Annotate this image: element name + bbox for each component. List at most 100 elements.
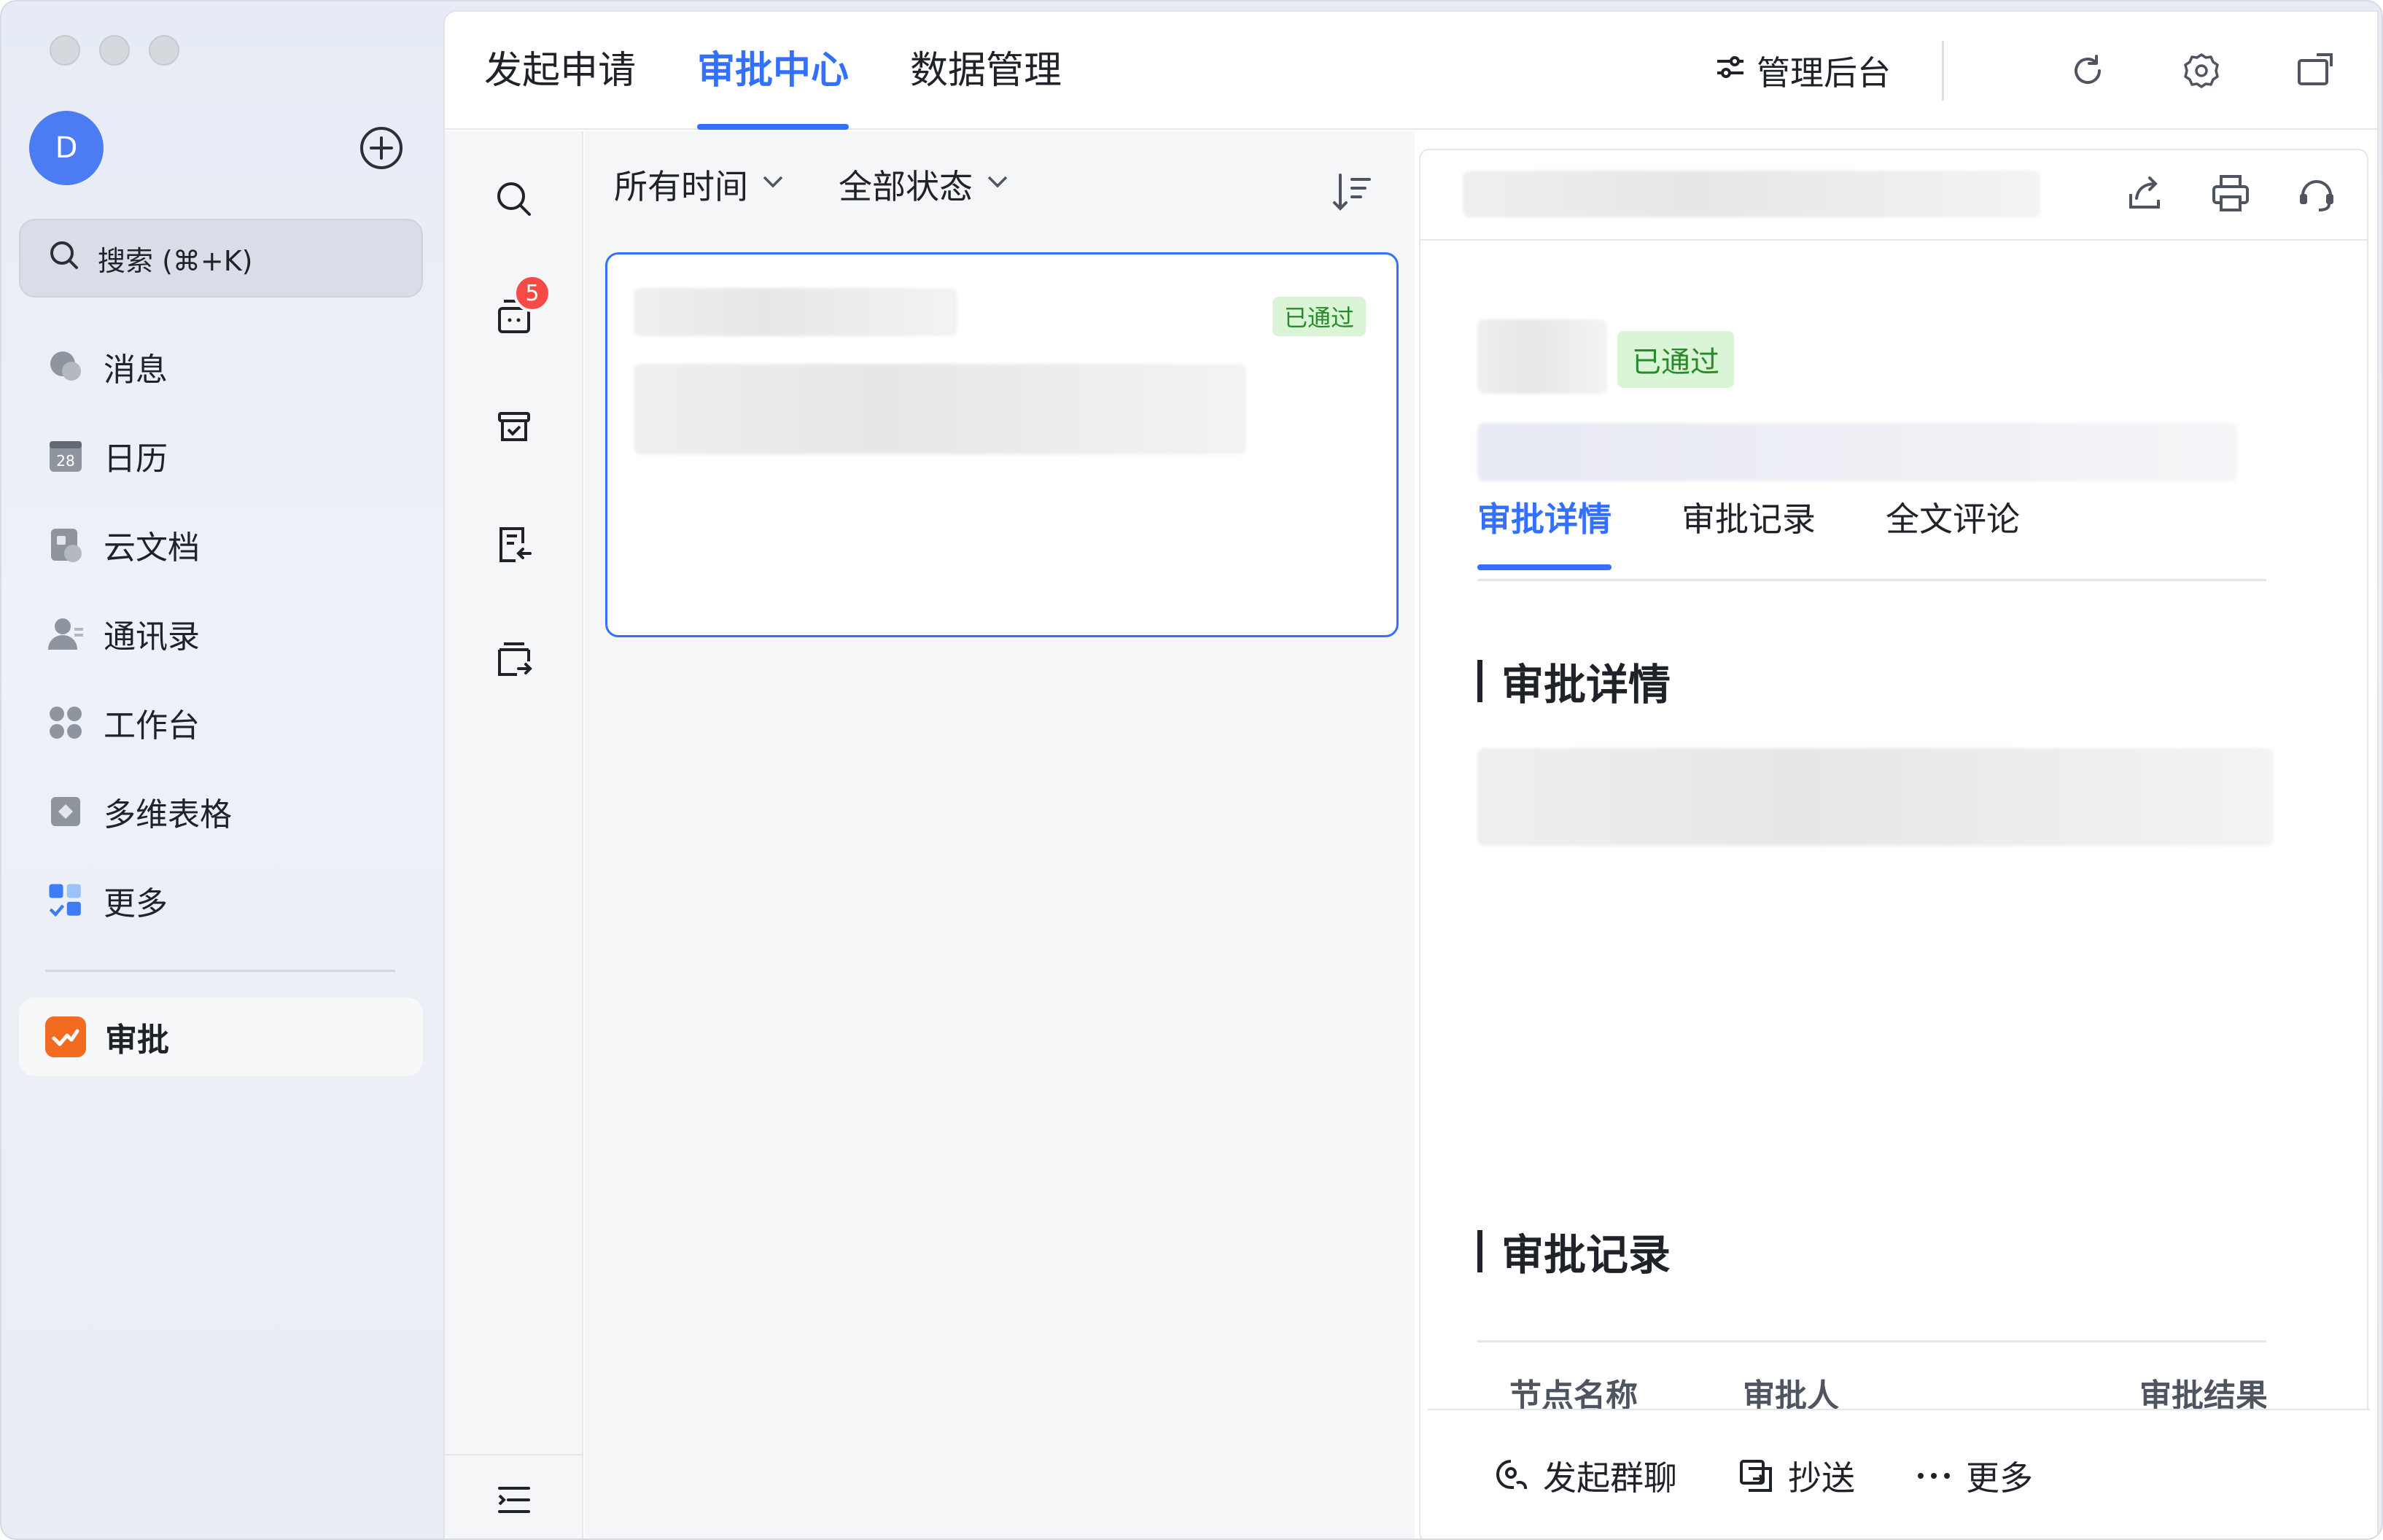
base-table-icon — [47, 793, 85, 831]
status-badge: 已通过 — [1272, 297, 1366, 336]
detail-tabs: 审批详情 审批记录 全文评论 — [1477, 493, 2020, 570]
tabs-underline — [1477, 579, 2266, 581]
tab-approval-details[interactable]: 审批详情 — [1477, 493, 1612, 570]
group-chat-label: 发起群聊 — [1543, 1458, 1677, 1498]
time-filter-dropdown[interactable]: 所有时间 — [614, 160, 788, 209]
more-label: 更多 — [1966, 1458, 2033, 1498]
list-filters: 所有时间 全部状态 — [614, 160, 1012, 209]
search-bar[interactable]: 搜索 (⌘+K) — [19, 219, 423, 298]
blurred-subtitle — [1477, 423, 2237, 481]
tab-approval-records[interactable]: 审批记录 — [1682, 493, 1816, 570]
sidebar-item-label: 多维表格 — [104, 796, 232, 833]
tab-approval-center[interactable]: 审批中心 — [697, 12, 850, 130]
close-window-button[interactable] — [50, 35, 80, 66]
submitted-doc-icon[interactable] — [489, 519, 540, 570]
sidebar-item-docs[interactable]: 云文档 — [19, 500, 423, 589]
more-apps-icon — [47, 882, 85, 919]
blurred-detail-title — [1463, 171, 2040, 217]
status-filter-label: 全部状态 — [839, 167, 973, 206]
list-item[interactable]: 已通过 — [605, 252, 1399, 637]
sidebar-item-label: 通讯录 — [104, 618, 200, 656]
sort-icon[interactable] — [1332, 171, 1374, 213]
window-controls — [50, 35, 179, 66]
blurred-detail-content — [1477, 748, 2274, 846]
detail-header — [1420, 150, 2367, 241]
sidebar-item-label: 工作台 — [104, 707, 200, 744]
top-bar: 发起申请 审批中心 数据管理 管理后台 — [445, 12, 2380, 130]
sidebar-item-label: 更多 — [104, 885, 168, 922]
support-headset-icon[interactable] — [2295, 172, 2338, 214]
sidebar-item-label: 消息 — [104, 351, 168, 389]
pending-inbox-icon[interactable]: 5 — [489, 274, 551, 341]
search-icon[interactable] — [489, 174, 540, 225]
processed-box-icon[interactable] — [489, 401, 540, 452]
detail-status-badge: 已通过 — [1617, 331, 1734, 388]
add-icon[interactable] — [359, 125, 404, 171]
blurred-title — [634, 288, 957, 336]
open-new-window-icon[interactable] — [2294, 50, 2336, 92]
sidebar-item-approval[interactable]: 审批 — [19, 998, 423, 1076]
minimize-window-button[interactable] — [99, 35, 130, 66]
settings-gear-icon[interactable] — [2180, 50, 2223, 92]
tab-comments[interactable]: 全文评论 — [1886, 493, 2020, 570]
group-chat-icon — [1492, 1457, 1530, 1495]
sidebar-nav: 消息 28 日历 云文档 通讯录 工作台 多维表格 更多 — [19, 322, 423, 945]
sidebar-item-more[interactable]: 更多 — [19, 856, 423, 945]
cc-label: 抄送 — [1788, 1458, 1855, 1498]
admin-console-label: 管理后台 — [1757, 53, 1891, 93]
main-panel: 发起申请 审批中心 数据管理 管理后台 5 所有时间 全部状态 已通过 已通过 … — [443, 10, 2380, 1539]
more-dots-icon — [1915, 1457, 1953, 1495]
approval-list: 所有时间 全部状态 已通过 — [585, 131, 1415, 1539]
table-header-divider — [1477, 1340, 2266, 1342]
search-icon — [47, 238, 82, 279]
detail-panel: 已通过 审批详情 审批记录 全文评论 审批详情 审批记录 节点名称 审批人 审批… — [1419, 149, 2370, 1539]
section-title-records: 审批记录 — [1477, 1221, 1671, 1282]
top-tabs: 发起申请 审批中心 数据管理 — [484, 12, 1062, 130]
cc-box-icon[interactable] — [489, 634, 540, 685]
search-label: 搜索 (⌘+K) — [98, 244, 253, 277]
section-title-text: 审批详情 — [1501, 660, 1671, 709]
blurred-summary — [634, 364, 1246, 454]
sidebar-item-label: 日历 — [104, 440, 168, 478]
sidebar-item-contacts[interactable]: 通讯录 — [19, 589, 423, 678]
tab-submit-request[interactable]: 发起申请 — [484, 12, 636, 130]
sidebar-divider — [45, 970, 395, 972]
section-title-details: 审批详情 — [1477, 650, 1671, 712]
avatar[interactable]: D — [29, 111, 104, 185]
admin-console-button[interactable]: 管理后台 — [1714, 47, 1891, 95]
sidebar-item-label: 审批 — [105, 1022, 169, 1059]
chat-bubble-icon — [47, 348, 85, 386]
toolbar-divider — [1942, 41, 1944, 101]
collapse-menu-icon[interactable] — [489, 1474, 540, 1525]
status-filter-dropdown[interactable]: 全部状态 — [839, 160, 1012, 209]
cc-button[interactable]: 抄送 — [1737, 1452, 1855, 1500]
calendar-icon: 28 — [47, 437, 85, 475]
sidebar-item-messages[interactable]: 消息 — [19, 322, 423, 411]
sidebar-item-label: 云文档 — [104, 529, 200, 567]
refresh-icon[interactable] — [2067, 50, 2109, 92]
workspace-grid-icon — [47, 704, 85, 742]
time-filter-label: 所有时间 — [614, 167, 748, 206]
rail-footer — [445, 1454, 583, 1539]
sidebar-item-base[interactable]: 多维表格 — [19, 767, 423, 856]
sidebar-item-workspace[interactable]: 工作台 — [19, 678, 423, 767]
sliders-icon — [1714, 51, 1746, 91]
more-button[interactable]: 更多 — [1915, 1452, 2033, 1500]
detail-footer: 发起群聊 抄送 更多 — [1428, 1409, 2370, 1539]
contacts-icon — [47, 615, 85, 653]
sidebar-item-calendar[interactable]: 28 日历 — [19, 411, 423, 500]
chevron-down-icon — [983, 165, 1012, 204]
share-icon[interactable] — [2123, 172, 2166, 214]
top-actions: 管理后台 — [1714, 12, 2336, 130]
sidebar: D 搜索 (⌘+K) 消息 28 日历 云文档 通讯录 工作台 多维表格 更多 … — [1, 1, 443, 1539]
section-title-text: 审批记录 — [1501, 1230, 1671, 1280]
group-chat-button[interactable]: 发起群聊 — [1492, 1452, 1677, 1500]
detail-actions — [2123, 172, 2338, 214]
print-icon[interactable] — [2209, 172, 2252, 214]
chevron-down-icon — [758, 165, 788, 204]
app-window: D 搜索 (⌘+K) 消息 28 日历 云文档 通讯录 工作台 多维表格 更多 … — [0, 0, 2383, 1540]
copy-send-icon — [1737, 1457, 1775, 1495]
icon-rail: 5 — [445, 131, 583, 1539]
tab-data-management[interactable]: 数据管理 — [910, 12, 1062, 130]
zoom-window-button[interactable] — [149, 35, 179, 66]
